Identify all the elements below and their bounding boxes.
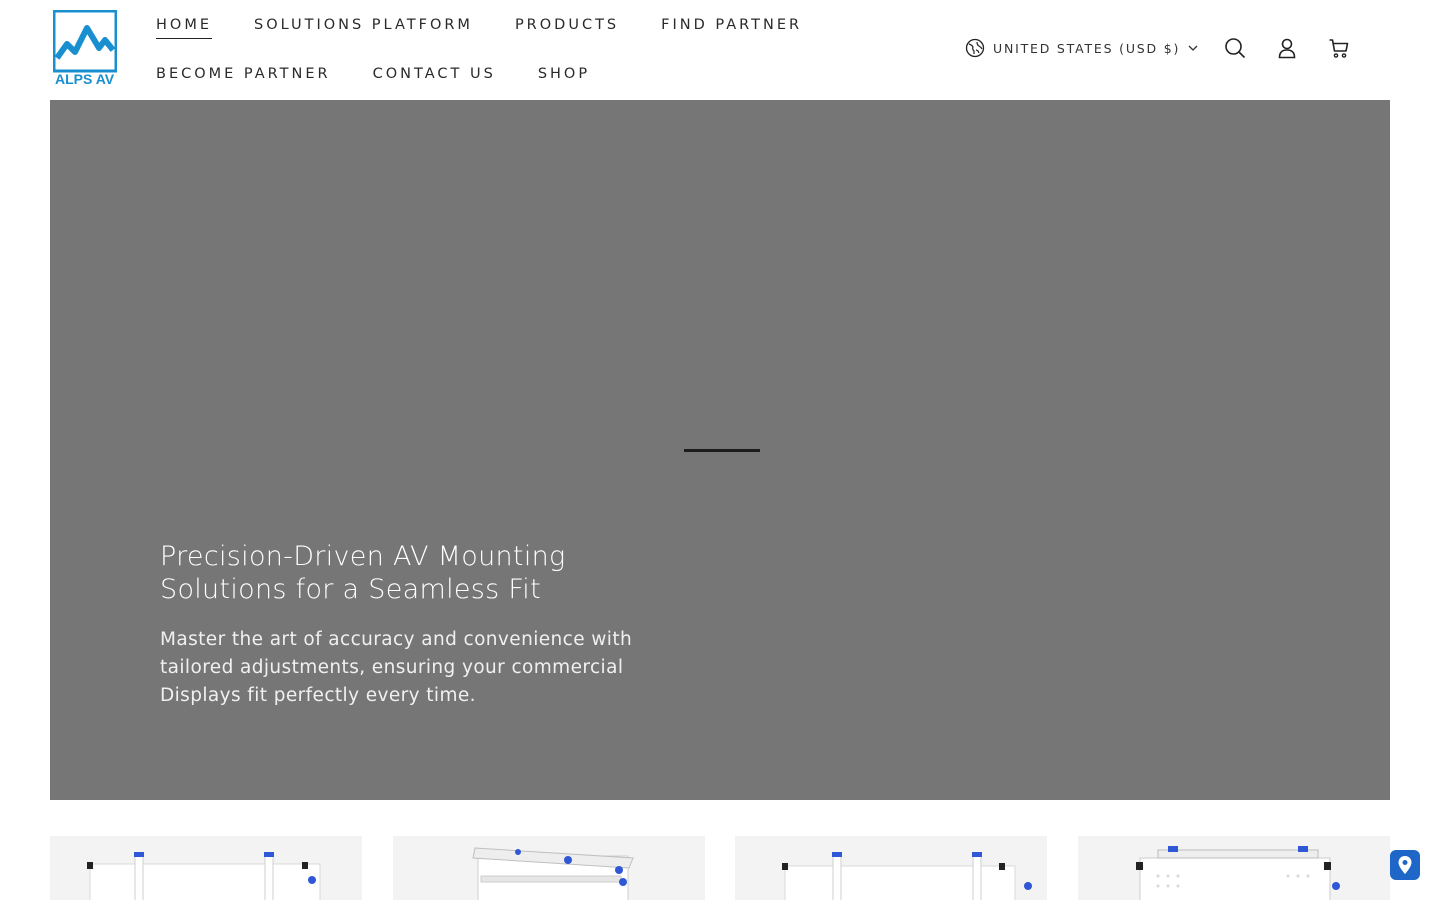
nav-home[interactable]: HOME <box>156 14 212 39</box>
hero-title: Precision-Driven AV Mounting Solutions f… <box>160 541 566 605</box>
product-card-1[interactable] <box>50 836 362 900</box>
account-icon[interactable] <box>1276 37 1298 59</box>
nav-become-partner[interactable]: BECOME PARTNER <box>156 63 331 87</box>
store-locator-button[interactable] <box>1390 850 1420 880</box>
product-card-4[interactable] <box>1078 836 1390 900</box>
product-image-mount <box>1136 846 1340 900</box>
slide-loading-indicator <box>684 449 760 452</box>
nav-products[interactable]: PRODUCTS <box>515 14 619 39</box>
country-selector[interactable]: UNITED STATES (USD $) <box>965 38 1198 58</box>
nav-solutions-platform[interactable]: SOLUTIONS PLATFORM <box>254 14 473 39</box>
product-card-2[interactable] <box>393 836 705 900</box>
hero-subtitle: Master the art of accuracy and convenien… <box>160 629 633 706</box>
site-logo[interactable]: ALPS AV <box>53 10 117 86</box>
map-pin-icon <box>1398 856 1412 874</box>
search-icon[interactable] <box>1224 37 1246 59</box>
nav-shop[interactable]: SHOP <box>538 63 590 87</box>
logo-text: ALPS AV <box>55 71 115 86</box>
product-card-3[interactable] <box>735 836 1047 900</box>
nav-contact-us[interactable]: CONTACT US <box>373 63 496 87</box>
nav-row-2: BECOME PARTNER CONTACT US SHOP <box>156 63 632 87</box>
hero-banner: Precision-Driven AV Mounting Solutions f… <box>50 100 1390 800</box>
nav-find-partner[interactable]: FIND PARTNER <box>661 14 802 39</box>
product-image-mount <box>782 852 1032 900</box>
product-image-mount <box>87 852 321 900</box>
globe-icon <box>965 38 985 58</box>
nav-row-1: HOME SOLUTIONS PLATFORM PRODUCTS FIND PA… <box>156 14 844 39</box>
product-image-mount <box>472 847 634 900</box>
cart-icon[interactable] <box>1328 37 1350 59</box>
product-grid <box>50 836 1390 900</box>
country-label: UNITED STATES (USD $) <box>993 40 1181 56</box>
site-header: ALPS AV HOME SOLUTIONS PLATFORM PRODUCTS… <box>0 0 1440 100</box>
chevron-down-icon <box>1188 45 1198 51</box>
